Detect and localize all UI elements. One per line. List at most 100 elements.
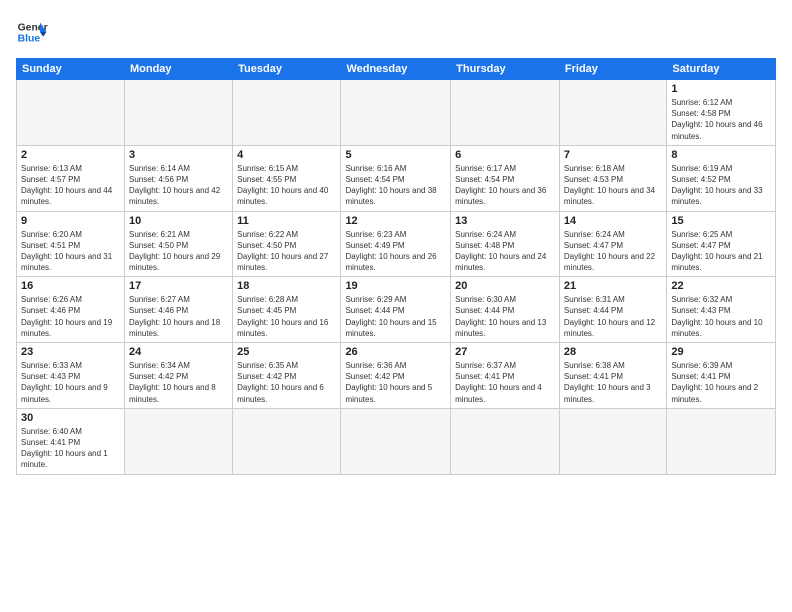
weekday-header-saturday: Saturday xyxy=(667,59,776,80)
day-cell: 7Sunrise: 6:18 AM Sunset: 4:53 PM Daylig… xyxy=(559,145,666,211)
day-cell: 12 Sunrise: 6:23 AM Sunset: 4:49 PM Dayli… xyxy=(341,211,451,277)
day-cell: 29 Sunrise: 6:39 AM Sunset: 4:41 PM Dayli… xyxy=(667,343,776,409)
day-info: Sunrise: 6:15 AM Sunset: 4:55 PM Dayligh… xyxy=(237,163,336,208)
day-cell: 5 Sunrise: 6:16 AM Sunset: 4:54 PM Daylig… xyxy=(341,145,451,211)
day-info: Sunrise: 6:14 AM Sunset: 4:56 PM Dayligh… xyxy=(129,163,228,208)
day-number: 11 xyxy=(237,215,336,227)
logo: General Blue xyxy=(16,16,48,48)
day-number: 15 xyxy=(671,215,771,227)
day-info: Sunrise: 6:33 AM Sunset: 4:43 PM Dayligh… xyxy=(21,360,120,405)
day-number: 29 xyxy=(671,346,771,358)
day-info: Sunrise: 6:30 AM Sunset: 4:44 PM Dayligh… xyxy=(455,294,555,339)
day-cell xyxy=(124,408,232,474)
day-cell xyxy=(233,408,341,474)
day-info: Sunrise: 6:32 AM Sunset: 4:43 PM Dayligh… xyxy=(671,294,771,339)
day-cell: 15Sunrise: 6:25 AM Sunset: 4:47 PM Dayli… xyxy=(667,211,776,277)
svg-text:Blue: Blue xyxy=(18,34,41,45)
day-info: Sunrise: 6:27 AM Sunset: 4:46 PM Dayligh… xyxy=(129,294,228,339)
day-cell: 22 Sunrise: 6:32 AM Sunset: 4:43 PM Dayli… xyxy=(667,277,776,343)
day-cell: 11 Sunrise: 6:22 AM Sunset: 4:50 PM Dayli… xyxy=(233,211,341,277)
day-cell: 20 Sunrise: 6:30 AM Sunset: 4:44 PM Dayli… xyxy=(451,277,560,343)
weekday-header-sunday: Sunday xyxy=(17,59,125,80)
weekday-header-monday: Monday xyxy=(124,59,232,80)
day-info: Sunrise: 6:36 AM Sunset: 4:42 PM Dayligh… xyxy=(345,360,446,405)
day-info: Sunrise: 6:23 AM Sunset: 4:49 PM Dayligh… xyxy=(345,229,446,274)
day-info: Sunrise: 6:38 AM Sunset: 4:41 PM Dayligh… xyxy=(564,360,662,405)
day-info: Sunrise: 6:28 AM Sunset: 4:45 PM Dayligh… xyxy=(237,294,336,339)
day-info: Sunrise: 6:37 AM Sunset: 4:41 PM Dayligh… xyxy=(455,360,555,405)
day-cell: 23 Sunrise: 6:33 AM Sunset: 4:43 PM Dayli… xyxy=(17,343,125,409)
day-cell: 30 Sunrise: 6:40 AM Sunset: 4:41 PM Dayli… xyxy=(17,408,125,474)
calendar-table: SundayMondayTuesdayWednesdayThursdayFrid… xyxy=(16,58,776,475)
day-info: Sunrise: 6:34 AM Sunset: 4:42 PM Dayligh… xyxy=(129,360,228,405)
day-cell xyxy=(17,80,125,146)
header: General Blue xyxy=(16,16,776,48)
day-number: 3 xyxy=(129,149,228,161)
day-number: 28 xyxy=(564,346,662,358)
day-number: 24 xyxy=(129,346,228,358)
day-info: Sunrise: 6:31 AM Sunset: 4:44 PM Dayligh… xyxy=(564,294,662,339)
day-info: Sunrise: 6:22 AM Sunset: 4:50 PM Dayligh… xyxy=(237,229,336,274)
day-number: 14 xyxy=(564,215,662,227)
weekday-header-tuesday: Tuesday xyxy=(233,59,341,80)
day-number: 12 xyxy=(345,215,446,227)
day-cell: 21Sunrise: 6:31 AM Sunset: 4:44 PM Dayli… xyxy=(559,277,666,343)
day-info: Sunrise: 6:17 AM Sunset: 4:54 PM Dayligh… xyxy=(455,163,555,208)
day-info: Sunrise: 6:26 AM Sunset: 4:46 PM Dayligh… xyxy=(21,294,120,339)
week-row-1: 1Sunrise: 6:12 AM Sunset: 4:58 PM Daylig… xyxy=(17,80,776,146)
day-info: Sunrise: 6:24 AM Sunset: 4:48 PM Dayligh… xyxy=(455,229,555,274)
day-cell: 10Sunrise: 6:21 AM Sunset: 4:50 PM Dayli… xyxy=(124,211,232,277)
day-number: 9 xyxy=(21,215,120,227)
day-cell: 8 Sunrise: 6:19 AM Sunset: 4:52 PM Daylig… xyxy=(667,145,776,211)
weekday-header-thursday: Thursday xyxy=(451,59,560,80)
week-row-3: 9 Sunrise: 6:20 AM Sunset: 4:51 PM Daylig… xyxy=(17,211,776,277)
day-cell: 18Sunrise: 6:28 AM Sunset: 4:45 PM Dayli… xyxy=(233,277,341,343)
day-cell xyxy=(451,80,560,146)
day-info: Sunrise: 6:16 AM Sunset: 4:54 PM Dayligh… xyxy=(345,163,446,208)
day-info: Sunrise: 6:29 AM Sunset: 4:44 PM Dayligh… xyxy=(345,294,446,339)
day-info: Sunrise: 6:24 AM Sunset: 4:47 PM Dayligh… xyxy=(564,229,662,274)
week-row-4: 16Sunrise: 6:26 AM Sunset: 4:46 PM Dayli… xyxy=(17,277,776,343)
day-cell: 24 Sunrise: 6:34 AM Sunset: 4:42 PM Dayli… xyxy=(124,343,232,409)
day-info: Sunrise: 6:35 AM Sunset: 4:42 PM Dayligh… xyxy=(237,360,336,405)
day-cell: 19Sunrise: 6:29 AM Sunset: 4:44 PM Dayli… xyxy=(341,277,451,343)
day-cell: 27Sunrise: 6:37 AM Sunset: 4:41 PM Dayli… xyxy=(451,343,560,409)
weekday-header-wednesday: Wednesday xyxy=(341,59,451,80)
day-cell: 9 Sunrise: 6:20 AM Sunset: 4:51 PM Daylig… xyxy=(17,211,125,277)
day-info: Sunrise: 6:39 AM Sunset: 4:41 PM Dayligh… xyxy=(671,360,771,405)
week-row-5: 23 Sunrise: 6:33 AM Sunset: 4:43 PM Dayli… xyxy=(17,343,776,409)
day-number: 30 xyxy=(21,412,120,424)
day-info: Sunrise: 6:19 AM Sunset: 4:52 PM Dayligh… xyxy=(671,163,771,208)
weekday-header-row: SundayMondayTuesdayWednesdayThursdayFrid… xyxy=(17,59,776,80)
day-number: 26 xyxy=(345,346,446,358)
week-row-2: 2Sunrise: 6:13 AM Sunset: 4:57 PM Daylig… xyxy=(17,145,776,211)
day-info: Sunrise: 6:40 AM Sunset: 4:41 PM Dayligh… xyxy=(21,426,120,471)
day-cell: 16Sunrise: 6:26 AM Sunset: 4:46 PM Dayli… xyxy=(17,277,125,343)
day-cell: 25Sunrise: 6:35 AM Sunset: 4:42 PM Dayli… xyxy=(233,343,341,409)
day-cell xyxy=(341,80,451,146)
day-number: 5 xyxy=(345,149,446,161)
day-number: 17 xyxy=(129,280,228,292)
day-cell: 1Sunrise: 6:12 AM Sunset: 4:58 PM Daylig… xyxy=(667,80,776,146)
day-cell: 28 Sunrise: 6:38 AM Sunset: 4:41 PM Dayli… xyxy=(559,343,666,409)
day-cell xyxy=(667,408,776,474)
day-cell: 13Sunrise: 6:24 AM Sunset: 4:48 PM Dayli… xyxy=(451,211,560,277)
day-cell: 26 Sunrise: 6:36 AM Sunset: 4:42 PM Dayli… xyxy=(341,343,451,409)
day-cell: 3 Sunrise: 6:14 AM Sunset: 4:56 PM Daylig… xyxy=(124,145,232,211)
day-cell xyxy=(341,408,451,474)
week-row-6: 30 Sunrise: 6:40 AM Sunset: 4:41 PM Dayli… xyxy=(17,408,776,474)
day-cell: 2Sunrise: 6:13 AM Sunset: 4:57 PM Daylig… xyxy=(17,145,125,211)
day-number: 22 xyxy=(671,280,771,292)
day-cell xyxy=(451,408,560,474)
day-number: 20 xyxy=(455,280,555,292)
day-number: 23 xyxy=(21,346,120,358)
day-cell: 6Sunrise: 6:17 AM Sunset: 4:54 PM Daylig… xyxy=(451,145,560,211)
day-cell xyxy=(233,80,341,146)
day-info: Sunrise: 6:20 AM Sunset: 4:51 PM Dayligh… xyxy=(21,229,120,274)
day-number: 8 xyxy=(671,149,771,161)
day-cell xyxy=(559,80,666,146)
weekday-header-friday: Friday xyxy=(559,59,666,80)
day-number: 1 xyxy=(671,83,771,95)
day-cell: 17 Sunrise: 6:27 AM Sunset: 4:46 PM Dayli… xyxy=(124,277,232,343)
logo-icon: General Blue xyxy=(16,16,48,48)
